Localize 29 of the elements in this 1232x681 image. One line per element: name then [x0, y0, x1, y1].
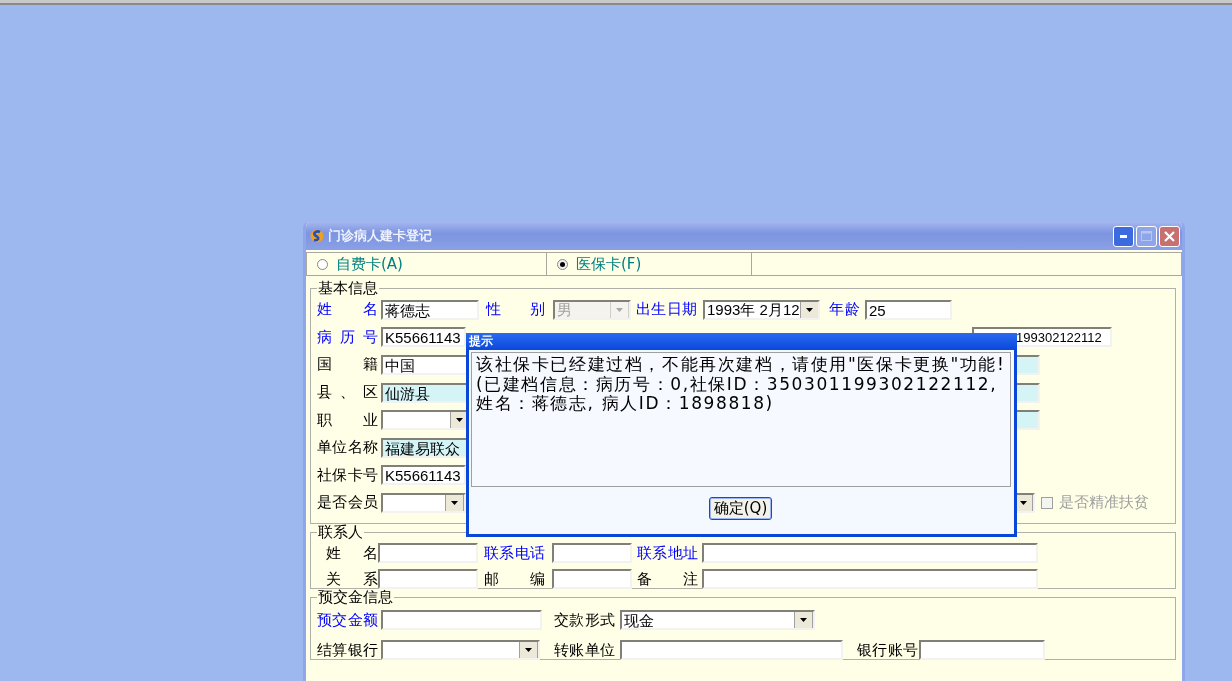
- field-label: 社保卡号: [317, 465, 378, 485]
- field-label: 联系电话: [484, 543, 545, 563]
- field-label: 单位名称: [317, 438, 378, 458]
- field-label: 联系地址: [637, 543, 698, 563]
- field-label: 职业: [317, 410, 378, 430]
- field-label: 结算银行: [317, 640, 378, 660]
- field-label: 预交金额: [317, 610, 378, 630]
- field-label: 交款形式: [554, 610, 615, 630]
- field-label: 姓名: [317, 300, 378, 320]
- field-label: 邮编: [484, 569, 545, 589]
- group-title: 基本信息: [317, 281, 379, 296]
- field-label: 姓名: [326, 543, 378, 563]
- message-text: (已建档信息：病历号：0,社保ID：350301199302122112, 姓名：蒋德志, 病人ID：1898818): [476, 374, 999, 414]
- group-title: 预交金信息: [317, 590, 394, 605]
- field-label: 出生日期: [636, 300, 697, 320]
- field-label: 病历号: [317, 327, 378, 347]
- group-title: 联系人: [317, 525, 364, 540]
- field-label: 转账单位: [554, 640, 615, 660]
- window-title: 门诊病人建卡登记: [328, 227, 433, 245]
- field-label: 关系: [326, 569, 378, 589]
- field-label: 备注: [637, 569, 698, 589]
- field-label: 国籍: [317, 355, 378, 375]
- field-label: 年龄: [829, 300, 860, 320]
- field-label: 是否会员: [317, 493, 378, 513]
- field-label: 银行账号: [857, 640, 918, 660]
- field-label: 性别: [486, 300, 545, 320]
- message-text: 该社保卡已经建过档，不能再次建档，请使用"医保卡更换"功能!: [476, 355, 1006, 375]
- dialog-title: 提示: [466, 333, 1017, 350]
- field-label: 县、区: [317, 383, 378, 403]
